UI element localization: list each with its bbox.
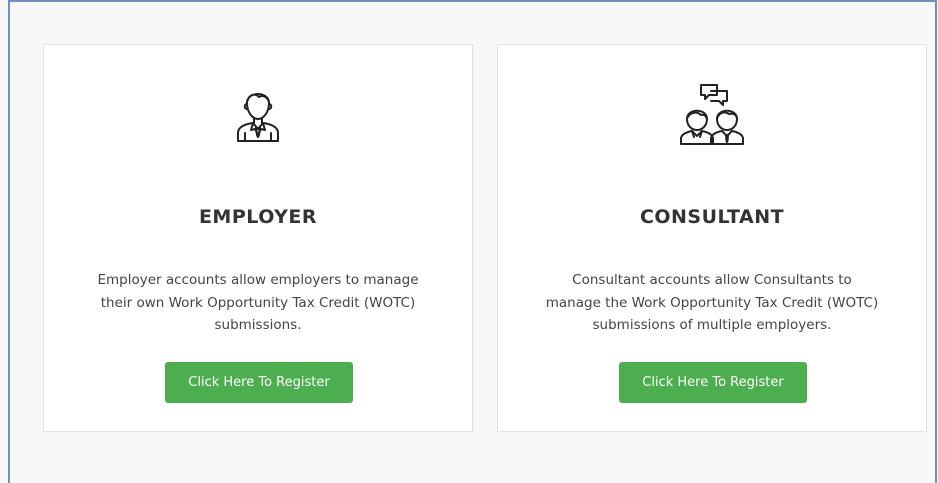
consultant-register-button[interactable]: Click Here To Register xyxy=(619,362,807,403)
page-frame: EMPLOYER Employer accounts allow employe… xyxy=(8,0,937,483)
employer-title: EMPLOYER xyxy=(198,206,318,228)
consultant-desc-line: Consultant accounts allow Consultants to xyxy=(572,272,852,288)
employer-desc-line: submissions. xyxy=(214,317,302,333)
employer-desc-line: their own Work Opportunity Tax Credit (W… xyxy=(100,294,416,311)
consultant-desc-line: manage the Work Opportunity Tax Credit (… xyxy=(545,294,879,311)
consultant-icon-container xyxy=(498,81,926,145)
employer-register-button[interactable]: Click Here To Register xyxy=(165,362,353,403)
employer-desc-line: Employer accounts allow employers to man… xyxy=(97,272,419,288)
employer-description: Employer accounts allow employers to man… xyxy=(84,269,432,337)
employer-card: EMPLOYER Employer accounts allow employe… xyxy=(43,44,473,432)
consultant-description: Consultant accounts allow Consultants to… xyxy=(538,269,886,337)
employer-person-icon xyxy=(237,93,279,142)
employer-icon-container xyxy=(44,81,472,145)
consultant-card: CONSULTANT Consultant accounts allow Con… xyxy=(497,44,927,432)
consultant-title: CONSULTANT xyxy=(639,206,785,228)
consultant-desc-line: submissions of multiple employers. xyxy=(592,317,832,333)
consultant-people-chat-icon xyxy=(680,84,744,145)
